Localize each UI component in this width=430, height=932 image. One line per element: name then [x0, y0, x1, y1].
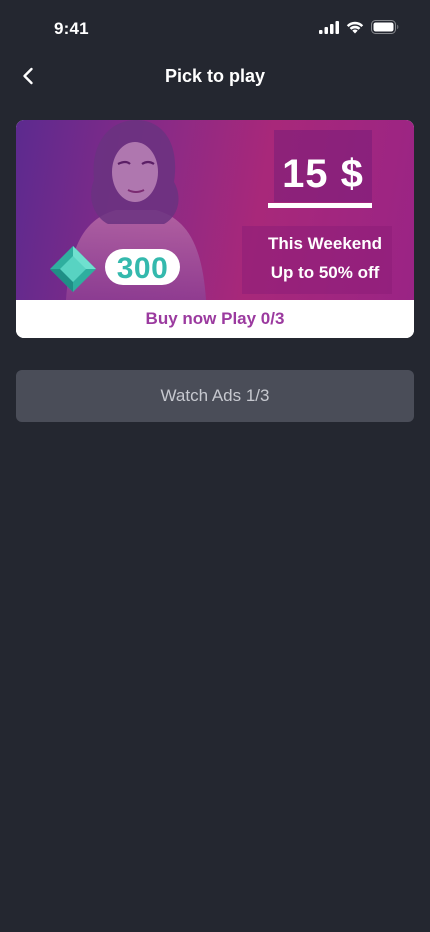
- price-label: 15 $: [282, 152, 364, 196]
- gem-count-pill: 300: [105, 249, 180, 285]
- navigation-bar: Pick to play: [0, 56, 430, 96]
- buy-now-play-button[interactable]: Buy now Play 0/3: [16, 300, 414, 338]
- promo-banner-image: 15 $ This Weekend Up to 50% off 300: [16, 120, 414, 300]
- pick-to-play-screen: 9:41 Pick to play 15 $ This Weekend Up t…: [0, 0, 430, 932]
- promo-offer-card[interactable]: 15 $ This Weekend Up to 50% off 300 Buy …: [16, 120, 414, 338]
- offer-line-discount: Up to 50% off: [270, 263, 380, 282]
- battery-icon: [371, 20, 399, 34]
- offer-line-weekend: This Weekend: [268, 234, 382, 253]
- cellular-signal-icon: [319, 20, 339, 34]
- watch-ads-button[interactable]: Watch Ads 1/3: [16, 370, 414, 422]
- status-bar: 9:41: [0, 0, 430, 56]
- price-box: 15 $: [274, 130, 372, 202]
- price-underline: [268, 203, 372, 208]
- status-time: 9:41: [54, 19, 89, 38]
- diamond-gem-icon: [50, 246, 96, 292]
- gem-count: 300: [116, 252, 169, 285]
- wifi-icon: [346, 21, 364, 33]
- status-icons: [319, 20, 400, 34]
- page-title: Pick to play: [164, 66, 266, 86]
